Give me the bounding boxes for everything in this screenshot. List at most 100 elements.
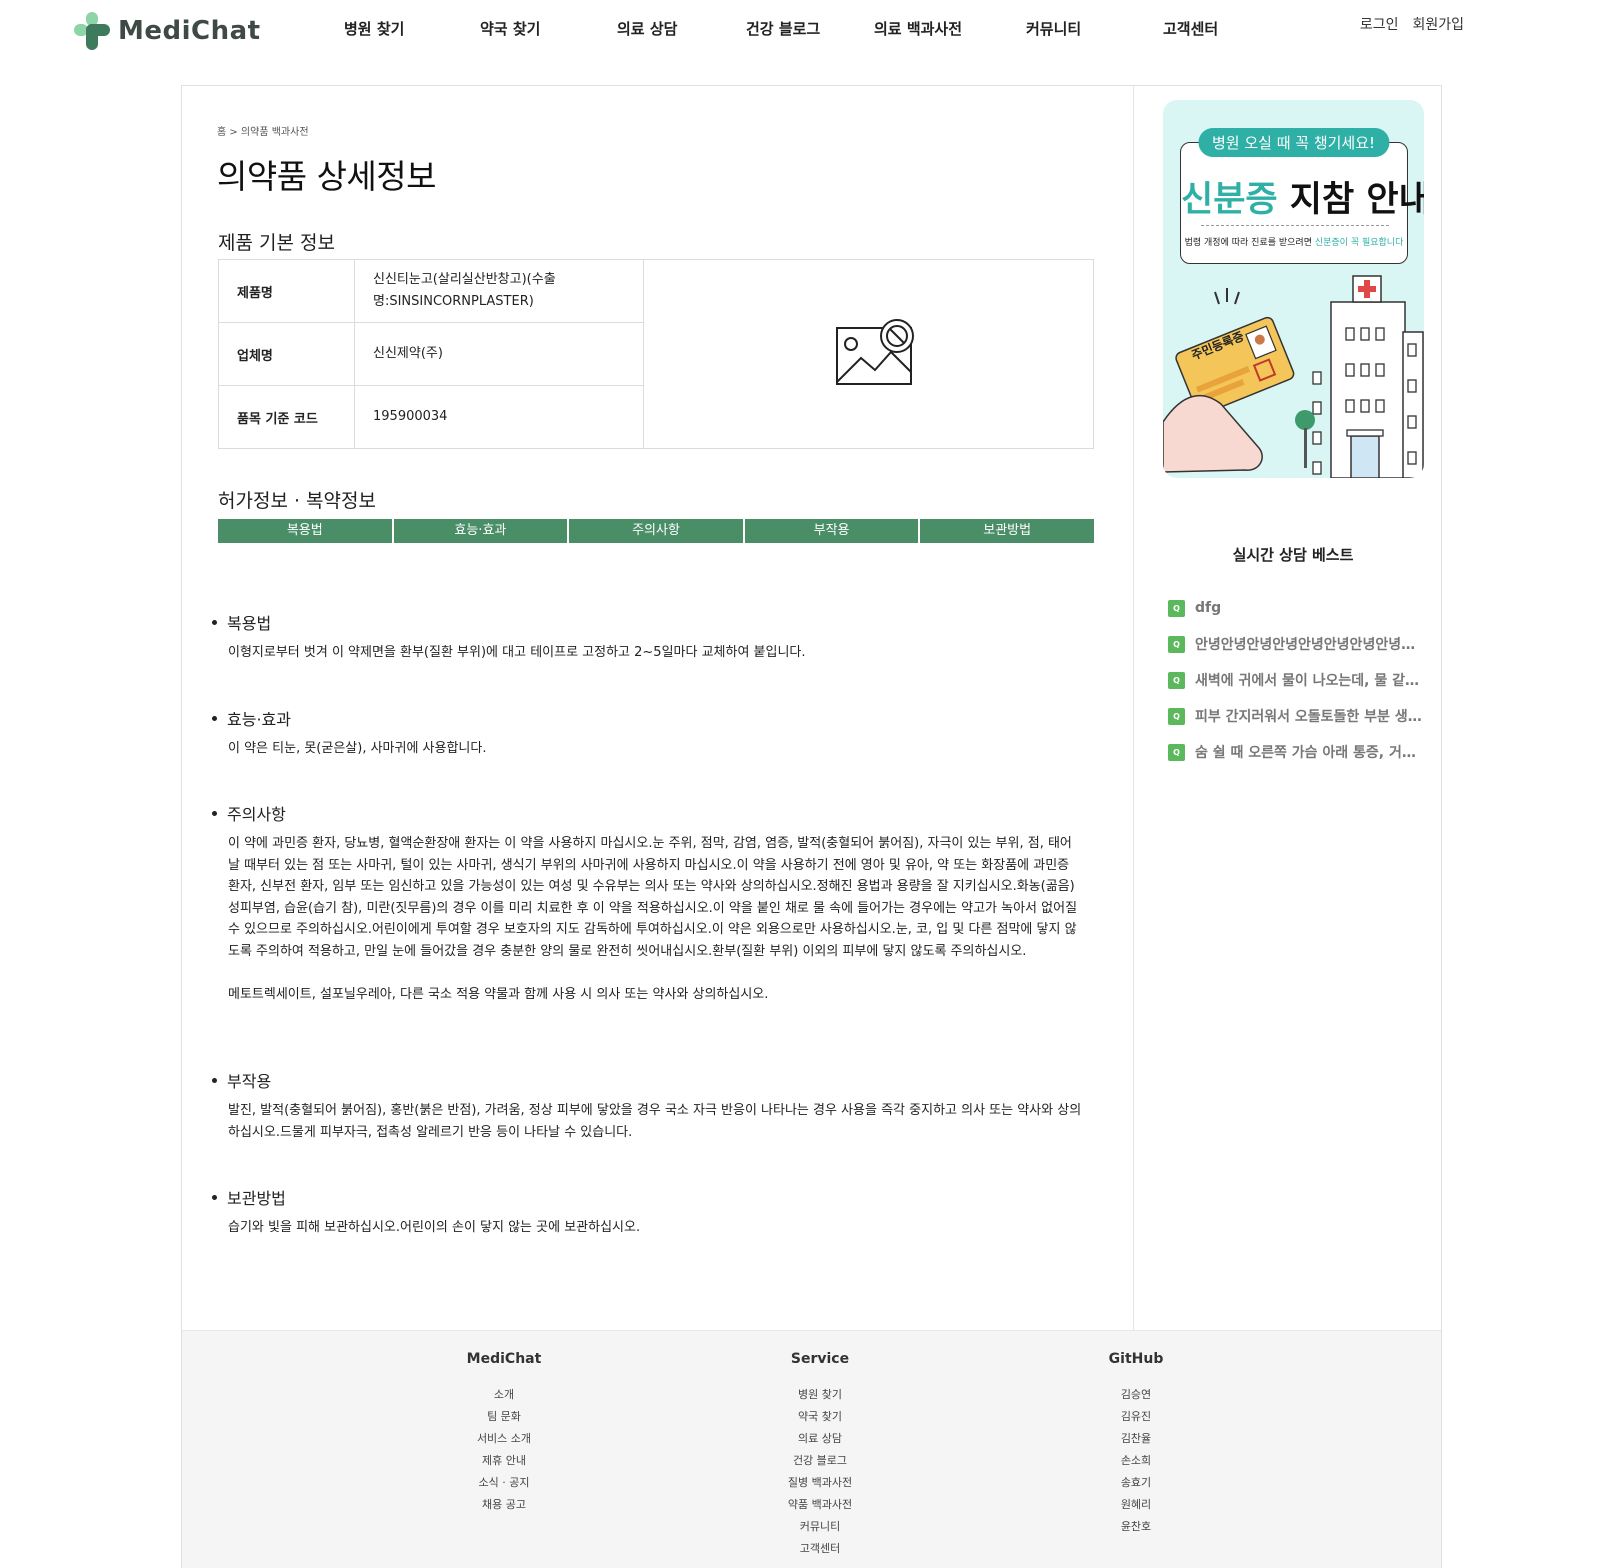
basic-info-table: 제품명 신신티눈고(살리실산반창고)(수출명:SINSINCORNPLASTER…: [219, 260, 644, 448]
section-title: 보관방법: [227, 1189, 286, 1208]
best-item[interactable]: Q 안녕안녕안녕안녕안녕안녕안녕안녕안녕: [1168, 626, 1426, 662]
breadcrumb: 홈 > 의약품 백과사전: [217, 127, 309, 138]
no-image-icon: [835, 318, 917, 392]
tab-storage[interactable]: 보관방법: [920, 519, 1094, 543]
best-title: 실시간 상담 베스트: [1232, 546, 1354, 564]
tab-efficacy[interactable]: 효능·효과: [393, 519, 568, 543]
section-title: 복용법: [227, 614, 272, 633]
nav-community[interactable]: 커뮤니티: [1026, 18, 1081, 39]
section-title: 부작용: [227, 1072, 272, 1091]
footer-link[interactable]: 소식 · 공지: [404, 1472, 604, 1494]
footer-link[interactable]: 송효기: [1036, 1472, 1236, 1494]
footer-link[interactable]: 의료 상담: [720, 1428, 920, 1450]
section-efficacy: 효능·효과 이 약은 티눈, 못(굳은살), 사마귀에 사용합니다.: [212, 706, 1082, 760]
auth-links: 로그인 회원가입: [1360, 14, 1464, 34]
footer-col-title: MediChat: [466, 1351, 542, 1367]
logo[interactable]: MediChat: [74, 12, 261, 50]
nav-blog[interactable]: 건강 블로그: [746, 18, 820, 39]
section-caution: 주의사항 이 약에 과민증 환자, 당뇨병, 혈액순환장애 환자는 이 약을 사…: [212, 801, 1082, 1006]
login-link[interactable]: 로그인: [1360, 14, 1399, 34]
footer-link[interactable]: 김찬율: [1036, 1428, 1236, 1450]
footer-col-title: GitHub: [1108, 1351, 1164, 1367]
footer-link[interactable]: 손소희: [1036, 1450, 1236, 1472]
cross-logo-icon: [74, 12, 110, 50]
basic-info-title: 제품 기본 정보: [218, 232, 335, 254]
bullet-icon: [212, 1194, 217, 1200]
info-row-product: 제품명 신신티눈고(살리실산반창고)(수출명:SINSINCORNPLASTER…: [219, 260, 644, 323]
footer-link[interactable]: 커뮤니티: [720, 1516, 920, 1538]
footer-link[interactable]: 채용 공고: [404, 1494, 604, 1516]
site-header: MediChat 병원 찾기 약국 찾기 의료 상담 건강 블로그 의료 백과사…: [0, 0, 1606, 64]
best-item-text: 숨 쉴 때 오른쪽 가슴 아래 통증, 거북목: [1195, 745, 1425, 761]
footer-link[interactable]: 원혜리: [1036, 1494, 1236, 1516]
hospital-illustration-icon: 주민등록증: [1163, 275, 1424, 478]
best-item-text: 안녕안녕안녕안녕안녕안녕안녕안녕안녕: [1195, 637, 1425, 653]
bullet-icon: [212, 810, 217, 816]
info-label: 업체명: [219, 323, 355, 385]
section-body: 습기와 빛을 피해 보관하십시오.어린이의 손이 닿지 않는 곳에 보관하십시오…: [228, 1220, 641, 1235]
footer-link[interactable]: 고객센터: [720, 1538, 920, 1560]
nav-hospital[interactable]: 병원 찾기: [344, 18, 404, 39]
tab-side-effects[interactable]: 부작용: [744, 519, 919, 543]
footer-link[interactable]: 윤찬호: [1036, 1516, 1236, 1538]
nav-encyclopedia[interactable]: 의료 백과사전: [874, 18, 962, 39]
best-item[interactable]: Q 피부 간지러워서 오돌토돌한 부분 생기는데: [1168, 698, 1426, 734]
footer-link[interactable]: 소개: [404, 1384, 604, 1406]
q-badge-icon: Q: [1168, 635, 1185, 653]
info-value: 195900034: [373, 409, 448, 424]
footer-link[interactable]: 김유진: [1036, 1406, 1236, 1428]
footer-link[interactable]: 질병 백과사전: [720, 1472, 920, 1494]
footer-link[interactable]: 약국 찾기: [720, 1406, 920, 1428]
q-badge-icon: Q: [1168, 599, 1185, 617]
info-value: 신신티눈고(살리실산반창고)(수출명:SINSINCORNPLASTER): [373, 272, 556, 309]
info-label: 품목 기준 코드: [219, 386, 355, 448]
info-row-code: 품목 기준 코드 195900034: [219, 386, 644, 448]
footer-link[interactable]: 김승연: [1036, 1384, 1236, 1406]
info-label: 제품명: [219, 260, 355, 322]
footer-link[interactable]: 제휴 안내: [404, 1450, 604, 1472]
sidebar-divider: [1133, 85, 1134, 1330]
id-card-banner[interactable]: 병원 오실 때 꼭 챙기세요! 신분증 지참 안내 법령 개정에 따라 진료를 …: [1163, 100, 1424, 478]
best-list: Q dfg Q 안녕안녕안녕안녕안녕안녕안녕안녕안녕 Q 새벽에 귀에서 물이 …: [1168, 590, 1426, 770]
info-row-company: 업체명 신신제약(주): [219, 323, 644, 386]
bullet-icon: [212, 1077, 217, 1083]
footer-link[interactable]: 병원 찾기: [720, 1384, 920, 1406]
best-item[interactable]: Q dfg: [1168, 590, 1426, 626]
footer-link[interactable]: 팀 문화: [404, 1406, 604, 1428]
section-body: 이 약은 티눈, 못(굳은살), 사마귀에 사용합니다.: [228, 741, 487, 756]
footer-link[interactable]: 약품 백과사전: [720, 1494, 920, 1516]
banner-card: 신분증 지참 안내 법령 개정에 따라 진료를 받으려면 신분증이 꼭 필요합니…: [1180, 142, 1424, 264]
footer-col-title: Service: [790, 1351, 850, 1367]
footer-col-medichat: MediChat 소개 팀 문화 서비스 소개 제휴 안내 소식 · 공지 채용…: [404, 1331, 604, 1516]
basic-info-box: 제품명 신신티눈고(살리실산반창고)(수출명:SINSINCORNPLASTER…: [218, 259, 1094, 449]
footer-col-github: GitHub 김승연 김유진 김찬율 손소희 송효기 원혜리 윤찬호: [1036, 1331, 1236, 1538]
best-item-text: dfg: [1195, 600, 1222, 616]
q-badge-icon: Q: [1168, 743, 1185, 761]
permit-tabs: 복용법 효능·효과 주의사항 부작용 보관방법: [218, 519, 1094, 543]
footer-link[interactable]: 서비스 소개: [404, 1428, 604, 1450]
section-title: 효능·효과: [227, 710, 291, 729]
section-side-effects: 부작용 발진, 발적(충혈되어 붉어짐), 홍반(붉은 반점), 가려움, 정상…: [212, 1068, 1082, 1143]
tab-caution[interactable]: 주의사항: [569, 519, 743, 543]
best-item-text: 새벽에 귀에서 물이 나오는데, 물 같은 액체가: [1195, 673, 1425, 689]
footer-link[interactable]: 건강 블로그: [720, 1450, 920, 1472]
banner-subtitle: 법령 개정에 따라 진료를 받으려면 신분증이 꼭 필요합니다: [1184, 238, 1404, 248]
signup-link[interactable]: 회원가입: [1412, 14, 1464, 34]
section-title: 주의사항: [227, 805, 286, 824]
permit-title: 허가정보 · 복약정보: [218, 490, 376, 512]
footer-col-service: Service 병원 찾기 약국 찾기 의료 상담 건강 블로그 질병 백과사전…: [720, 1331, 920, 1560]
q-badge-icon: Q: [1168, 707, 1185, 725]
tab-dosage[interactable]: 복용법: [218, 519, 392, 543]
nav-consult[interactable]: 의료 상담: [617, 18, 677, 39]
best-item-text: 피부 간지러워서 오돌토돌한 부분 생기는데: [1195, 709, 1425, 725]
nav-support[interactable]: 고객센터: [1163, 18, 1218, 39]
banner-pill: 병원 오실 때 꼭 챙기세요!: [1197, 128, 1390, 157]
section-body: 이 약에 과민증 환자, 당뇨병, 혈액순환장애 환자는 이 약을 사용하지 마…: [228, 836, 1078, 1003]
best-item[interactable]: Q 숨 쉴 때 오른쪽 가슴 아래 통증, 거북목: [1168, 734, 1426, 770]
best-item[interactable]: Q 새벽에 귀에서 물이 나오는데, 물 같은 액체가: [1168, 662, 1426, 698]
q-badge-icon: Q: [1168, 671, 1185, 689]
nav-pharmacy[interactable]: 약국 찾기: [480, 18, 540, 39]
page-title: 의약품 상세정보: [217, 157, 437, 196]
section-dosage: 복용법 이형지로부터 벗겨 이 약제면을 환부(질환 부위)에 대고 테이프로 …: [212, 610, 1082, 664]
logo-text: MediChat: [118, 16, 261, 46]
